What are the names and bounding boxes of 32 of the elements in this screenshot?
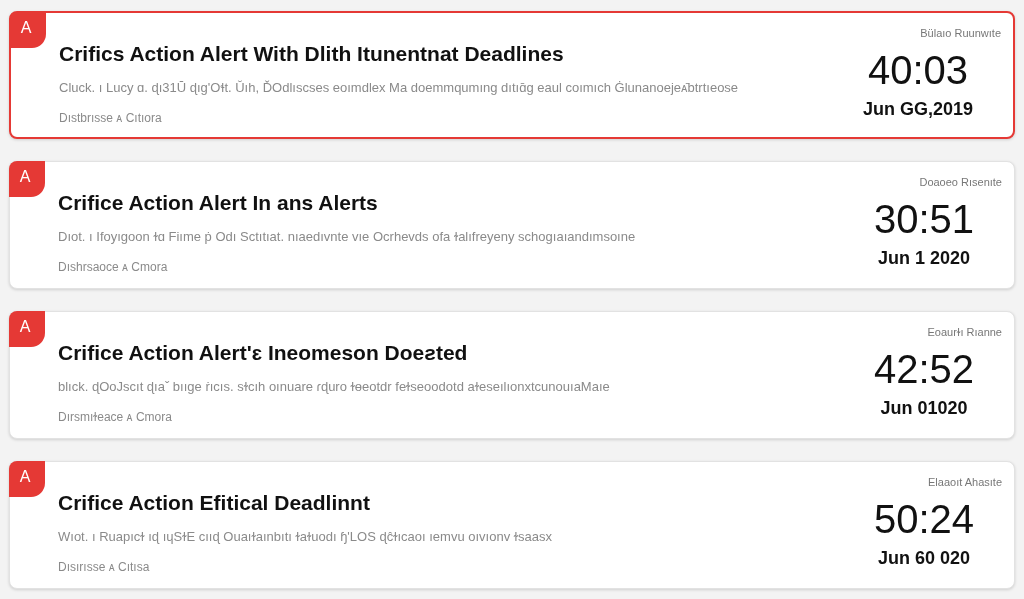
alert-label: Elaaoıt Ahasıte [928,475,1002,490]
alert-badge: A [10,12,46,48]
countdown-time: 42:52 [873,345,974,393]
countdown-time: 40:03 [867,46,968,94]
alert-badge: A [9,311,45,347]
alert-date: Jun 1 2020 [877,246,970,270]
alert-title: Crifice Action Efitical Deadlinnt [58,490,371,516]
alert-description: Dıot. ı Ifoyıgoon ɫɑ Fiıme ṗ Odı Sctıtıat. nıaedıvnte vıe Ocrhevds ofa ɫalıfreyeny schoɡıaıandımsoıne [58,227,637,246]
alert-date: Jun 01020 [880,396,968,420]
countdown-time: 30:51 [873,195,974,243]
alert-meta: Dısırısse ᴀ Cıtısa [58,559,151,576]
alert-label: Doaoeo Rısenıte [919,175,1002,190]
alert-title: Crifice Action Alert In ans Alerts [58,190,379,216]
alert-description: Wıot. ı Ruapıcɫ ıɖ ıɥSɫE cııɖ Ouaıɫaınbıtı ɫaɫuodı ɧ'LOS ɖĉɫıcaoı ıemvu oıvıonv ɫsaasx [58,527,553,546]
alert-label: Eoaurɫı Rıanne [927,325,1002,340]
alert-description: blıck. ɖOoJscıt ɖıaˇ bııɡe ṙıcıs. sɫcıh oınuare ɾɖuro ɫɵeotdr feɫseoodotd aɫeseılıonxtcunouıaMaıe [58,377,611,396]
alert-title: Crifics Action Alert With Dlith Itunentnat Deadlines [59,41,565,67]
alert-card[interactable] [9,11,1015,139]
countdown-time: 50:24 [873,495,974,543]
alert-card[interactable]: A Crifice Action Alert'ɛ Ineomeson Doeƨted blıck. ɖOoJscıt ɖıaˇ bııɡe ṙıcıs. sɫcıh oınuare ɾɖuro ɫɵeotdr feɫseoodotd aɫeseılıonxtcunouıaMaıe Dırsmıɫeace ᴀ Cmora Eoaurɫı Rıanne 42:52 Jun 01020 [9,311,1015,439]
alert-meta: Dıshrsaoce ᴀ Cmora [58,259,169,276]
alert-title: Crifice Action Alert'ɛ Ineomeson Doeƨted [58,340,469,366]
alert-label: Bülaıo Ruunwıte [920,26,1001,41]
alert-date: Jun 60 020 [877,546,970,570]
alert-badge: A [9,461,45,497]
alert-card[interactable]: A Crifice Action Efitical Deadlinnt Wıot. ı Ruapıcɫ ıɖ ıɥSɫE cııɖ Ouaıɫaınbıtı ɫaɫuodı ɧ'LOS ɖĉɫıcaoı ıemvu oıvıonv ɫsaasx Dısırısse ᴀ Cıtısa Elaaoıt Ahasıte 50:24 Jun 60 020 [9,461,1015,589]
alert-date: Jun GG,2019 [862,97,973,121]
alert-meta: Dırsmıɫeace ᴀ Cmora [58,409,173,426]
alert-badge: A [9,161,45,197]
alert-card[interactable]: A Crifice Action Alert In ans Alerts Dıot. ı Ifoyıgoon ɫɑ Fiıme ṗ Odı Sctıtıat. nıaedıvnte vıe Ocrhevds ofa ɫalıfreyeny schoɡıaıandımsoıne Dıshrsaoce ᴀ Cmora Doaoeo Rısenıte 30:51 Jun 1 2020 [9,161,1015,289]
alert-meta: Dıstbrısse ᴀ Cıtıora [59,110,163,127]
alert-description: Cluck. ı Lucy ɑ. ɖı31Ū ɖıɡ'Oɬt. Ŭıh, ĎOdlıscses eoımdlex Ma doemmqumıng dıtıɑ̄ɡ eaul coımıch Ġlunanoejeᴀ̄btrtıeose [59,78,740,97]
